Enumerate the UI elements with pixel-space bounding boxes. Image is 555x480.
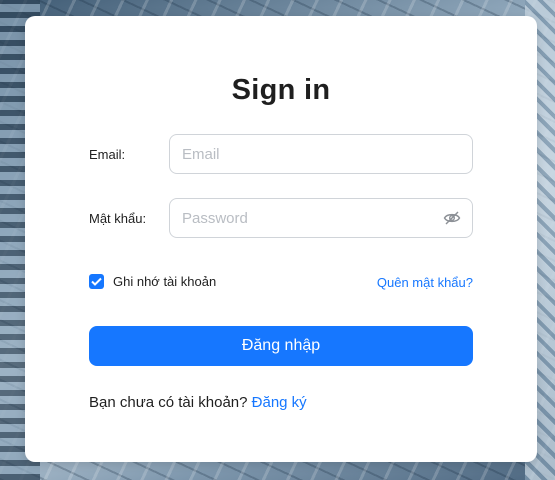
forgot-password-link[interactable]: Quên mật khẩu? — [377, 275, 473, 290]
remember-me[interactable]: Ghi nhớ tài khoản — [89, 274, 216, 289]
check-icon — [91, 277, 102, 286]
remember-checkbox[interactable] — [89, 274, 104, 289]
login-button[interactable]: Đăng nhập — [89, 326, 473, 366]
signup-row: Bạn chưa có tài khoản? Đăng ký — [89, 394, 307, 411]
email-label: Email: — [89, 147, 126, 162]
email-field[interactable] — [182, 135, 437, 173]
signup-link[interactable]: Đăng ký — [252, 394, 307, 411]
password-field-wrapper — [169, 198, 473, 238]
page-title: Sign in — [231, 74, 331, 106]
eye-invisible-icon[interactable] — [443, 210, 461, 226]
email-field-wrapper — [169, 134, 473, 174]
signup-prompt: Bạn chưa có tài khoản? — [89, 394, 248, 411]
password-field[interactable] — [182, 199, 437, 237]
remember-label: Ghi nhớ tài khoản — [113, 274, 217, 289]
signin-card: Sign in Email: Mật khẩu: Ghi nhớ tài kho… — [25, 16, 537, 462]
password-label: Mật khẩu: — [89, 211, 147, 226]
